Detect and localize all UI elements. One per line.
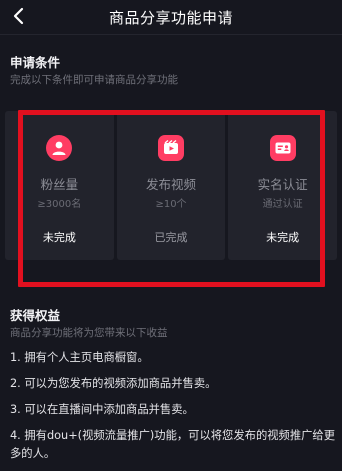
fans-icon [46, 135, 73, 161]
benefit-item: 2. 可以为您发布的视频添加商品并售卖。 [10, 377, 217, 391]
condition-requirement: ≥3000名 [37, 199, 82, 210]
video-icon [158, 135, 184, 161]
condition-status: 已完成 [154, 231, 188, 244]
top-bar: 商品分享功能申请 [0, 0, 342, 34]
condition-name: 发布视频 [146, 177, 197, 192]
condition-name: 实名认证 [257, 177, 308, 192]
benefit-item: 4. 拥有dou+(视频流量推广)功能，可以将您发布的视频推广给更多的人。 [10, 429, 336, 461]
condition-requirement: 通过认证 [262, 199, 303, 210]
page-title: 商品分享功能申请 [108, 9, 233, 27]
condition-name: 粉丝量 [40, 177, 79, 192]
conditions-cards: 粉丝量 ≥3000名 未完成 发布视频 ≥10个 已完成 实名认证 通过认证 未… [5, 111, 338, 260]
benefit-item: 1. 拥有个人主页电商橱窗。 [10, 351, 149, 364]
condition-requirement: ≥10个 [155, 199, 187, 210]
condition-status: 未完成 [266, 231, 300, 244]
conditions-title: 申请条件 [10, 55, 61, 70]
condition-status: 未完成 [42, 231, 76, 244]
id-card-icon [269, 135, 296, 161]
condition-card-fans: 粉丝量 ≥3000名 未完成 [5, 111, 114, 260]
conditions-subtitle: 完成以下条件即可申请商品分享功能 [10, 74, 178, 86]
benefit-item: 3. 可以在直播间中添加商品并售卖。 [10, 403, 194, 417]
benefits-subtitle: 商品分享功能将为您带来以下收益 [10, 327, 168, 339]
benefits-list: 1. 拥有个人主页电商橱窗。 2. 可以为您发布的视频添加商品并售卖。 3. 可… [10, 349, 336, 471]
condition-card-videos: 发布视频 ≥10个 已完成 [116, 111, 226, 260]
benefits-title: 获得权益 [10, 308, 61, 323]
condition-card-realname: 实名认证 通过认证 未完成 [228, 111, 338, 260]
header-divider [0, 34, 342, 35]
